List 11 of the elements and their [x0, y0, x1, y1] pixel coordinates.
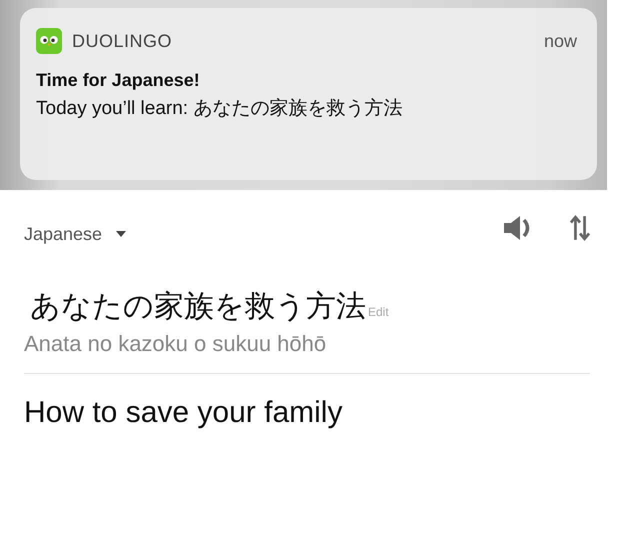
translation-text: How to save your family	[24, 396, 344, 430]
language-dropdown[interactable]: Japanese	[24, 224, 126, 244]
source-text: あなたの家族を救う方法	[30, 289, 366, 325]
owl-app-icon	[36, 28, 62, 54]
swap-icon[interactable]	[570, 214, 590, 242]
notification-time: now	[544, 30, 577, 52]
caret-icon	[116, 231, 126, 237]
romanization-text: Anata no kazoku o sukuu hōhō	[24, 331, 590, 374]
notification-message: Today you’ll learn: あなたの家族を救う方法	[36, 97, 404, 121]
app-name: DUOLINGO	[72, 30, 172, 52]
notification-title: Time for Japanese!	[36, 70, 201, 91]
